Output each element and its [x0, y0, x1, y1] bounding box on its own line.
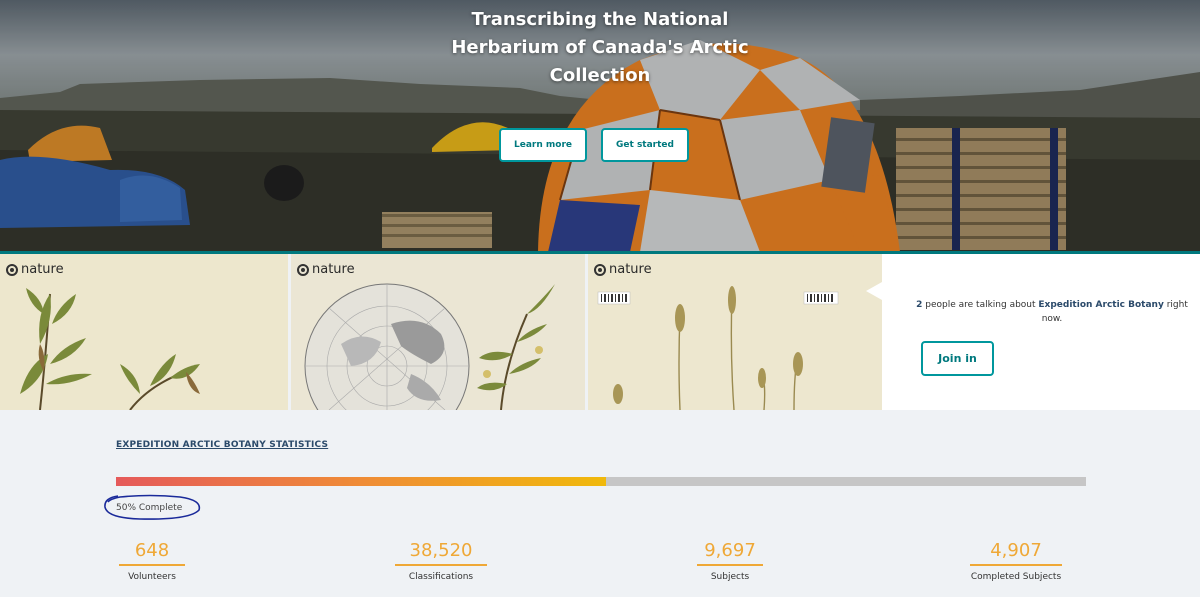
talk-project-name: Expedition Arctic Botany	[1038, 300, 1164, 310]
specimen-image-grass[interactable]: nature	[588, 254, 882, 410]
nature-logo-icon	[6, 263, 18, 276]
stat-underline	[697, 564, 763, 566]
talk-panel: 2 people are talking about Expedition Ar…	[866, 254, 1200, 410]
statistics-section: EXPEDITION ARCTIC BOTANY STATISTICS 50% …	[0, 410, 1200, 597]
progress-bar	[116, 477, 1086, 486]
stat-label: Volunteers	[128, 572, 176, 582]
hero-title: Transcribing the National Herbarium of C…	[451, 9, 749, 86]
stat-completed-subjects: 4,907 Completed Subjects	[941, 540, 1091, 582]
percent-complete-label: 50% Complete	[116, 503, 183, 513]
stat-underline	[395, 564, 487, 566]
grass-specimen-illustration	[588, 254, 882, 410]
specimen-image-map[interactable]: nature	[291, 254, 585, 410]
specimen-image-strip: nature nature nature	[0, 254, 882, 410]
stat-underline	[119, 564, 185, 566]
willow-specimen-illustration	[0, 254, 288, 410]
arctic-map-specimen-illustration	[291, 254, 585, 410]
stat-volunteers: 648 Volunteers	[77, 540, 227, 582]
stat-value: 38,520	[409, 540, 473, 561]
statistics-heading-link[interactable]: EXPEDITION ARCTIC BOTANY STATISTICS	[116, 440, 328, 450]
specimen-image-willow[interactable]: nature	[0, 254, 288, 410]
stat-value: 4,907	[990, 540, 1042, 561]
nature-logo: nature	[6, 262, 64, 277]
hero-banner: Transcribing the National Herbarium of C…	[0, 0, 1200, 252]
progress-bar-fill	[116, 477, 606, 486]
nature-logo-icon	[297, 263, 309, 276]
stat-value: 648	[134, 540, 170, 561]
nature-logo-text: nature	[609, 262, 652, 277]
join-in-button[interactable]: Join in	[921, 341, 994, 376]
talk-status-text: 2 people are talking about Expedition Ar…	[912, 298, 1192, 326]
nature-logo: nature	[594, 262, 652, 277]
learn-more-button[interactable]: Learn more	[499, 128, 587, 162]
stat-classifications: 38,520 Classifications	[366, 540, 516, 582]
stat-label: Classifications	[408, 572, 474, 582]
get-started-button[interactable]: Get started	[601, 128, 689, 162]
stat-label: Subjects	[710, 572, 750, 582]
talk-text-before: people are talking about	[922, 300, 1039, 310]
stat-subjects: 9,697 Subjects	[655, 540, 805, 582]
nature-logo-text: nature	[21, 262, 64, 277]
nature-logo-text: nature	[312, 262, 355, 277]
stat-underline	[970, 564, 1062, 566]
stat-value: 9,697	[704, 540, 756, 561]
stat-label: Completed Subjects	[970, 572, 1062, 582]
nature-logo: nature	[297, 262, 355, 277]
nature-logo-icon	[594, 263, 606, 276]
talk-panel-pointer	[866, 282, 882, 300]
